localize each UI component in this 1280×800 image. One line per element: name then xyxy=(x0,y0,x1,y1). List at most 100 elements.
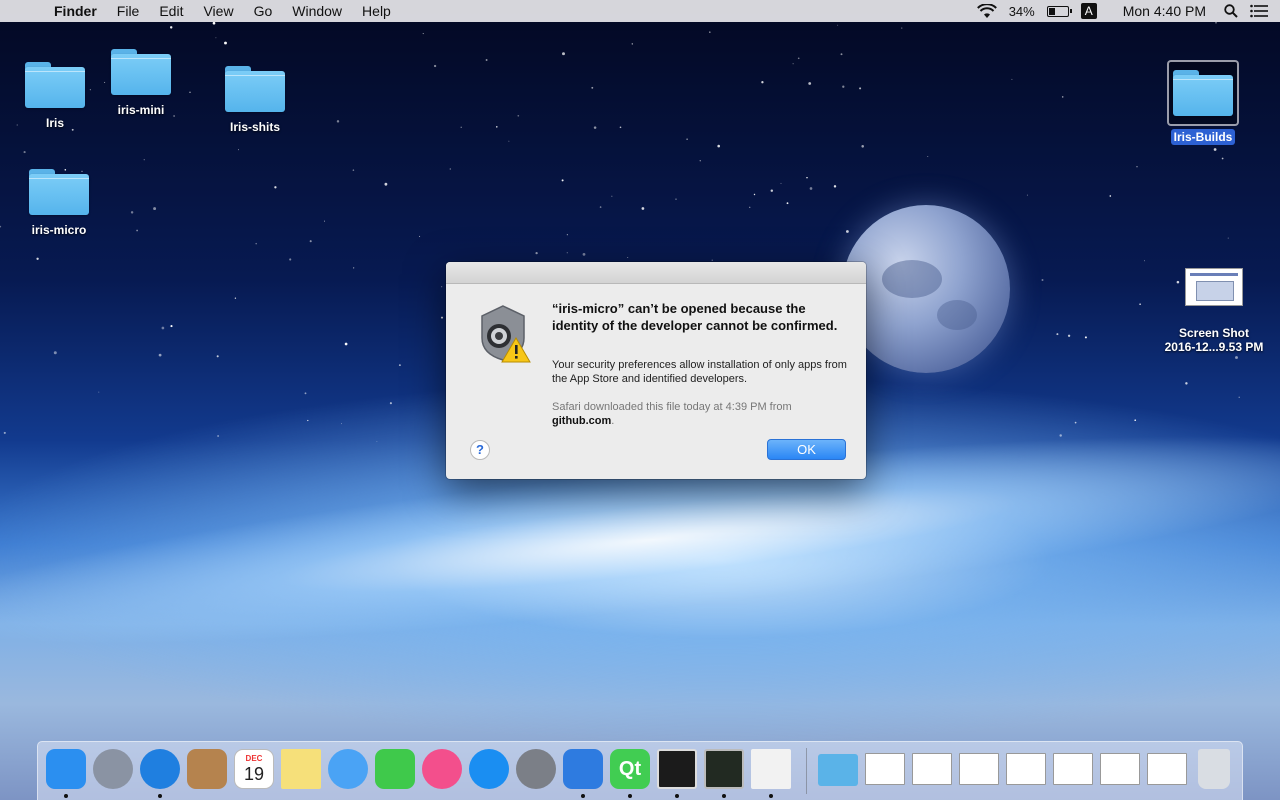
trash-icon[interactable] xyxy=(1198,749,1230,789)
menu-view[interactable]: View xyxy=(193,0,243,22)
folder-icon xyxy=(1173,70,1233,116)
xcode-icon[interactable] xyxy=(563,749,603,789)
desktop-folder-iris-micro[interactable]: iris-micro xyxy=(4,169,114,237)
document-thumbnail-icon[interactable] xyxy=(1006,753,1046,785)
star xyxy=(224,41,227,45)
dialog-source-info: Safari downloaded this file today at 4:3… xyxy=(552,400,852,428)
screenshot-thumbnail-icon xyxy=(1185,268,1243,306)
document-thumbnail-icon[interactable] xyxy=(1147,753,1187,785)
desktop-file-screen-shot[interactable]: Screen Shot 2016-12...9.53 PM xyxy=(1159,268,1269,354)
dock-running-indicator xyxy=(722,794,726,798)
document-thumbnail-icon[interactable] xyxy=(1100,753,1140,785)
notification-center-icon[interactable] xyxy=(1250,4,1268,18)
star xyxy=(675,198,677,200)
qt-creator-icon[interactable]: Qt xyxy=(610,749,650,789)
document-thumbnail-icon[interactable] xyxy=(1053,753,1093,785)
menubar: Finder File Edit View Go Window Help 34%… xyxy=(0,0,1280,22)
star xyxy=(53,351,57,355)
star xyxy=(806,176,808,179)
star xyxy=(98,391,100,393)
calendar-month: DEC xyxy=(245,754,263,763)
launchpad-icon[interactable] xyxy=(93,749,133,789)
star xyxy=(1056,333,1059,336)
help-button[interactable]: ? xyxy=(470,440,490,460)
star xyxy=(591,86,594,89)
input-source-icon[interactable]: A xyxy=(1080,3,1097,19)
menu-window[interactable]: Window xyxy=(282,0,352,22)
contacts-icon[interactable] xyxy=(187,749,227,789)
star xyxy=(1144,260,1145,262)
battery-icon[interactable] xyxy=(1046,5,1072,17)
dialog-title: “iris-micro” can’t be opened because the… xyxy=(552,301,838,333)
desktop-icon-label: iris-micro xyxy=(31,223,87,237)
dock-running-indicator xyxy=(158,794,162,798)
desktop-folder-iris-builds[interactable]: Iris-Builds xyxy=(1148,60,1258,145)
star xyxy=(1067,334,1071,337)
star xyxy=(786,202,789,205)
star xyxy=(846,230,849,233)
wifi-icon[interactable] xyxy=(976,3,997,19)
star xyxy=(3,431,6,434)
star xyxy=(238,149,239,151)
folder-icon xyxy=(29,169,89,215)
ok-button[interactable]: OK xyxy=(767,439,846,460)
star xyxy=(709,31,711,33)
battery-percent[interactable]: 34% xyxy=(1009,4,1035,19)
messages-icon[interactable] xyxy=(328,749,368,789)
facetime-icon[interactable] xyxy=(375,749,415,789)
desktop-icon-label-line1: Screen Shot xyxy=(1178,326,1250,340)
dock-running-indicator xyxy=(64,794,68,798)
dock-running-indicator xyxy=(675,794,679,798)
desktop-folder-iris-mini[interactable]: iris-mini xyxy=(86,49,196,117)
star xyxy=(307,419,309,422)
desktop-icon-label-text: Iris-Builds xyxy=(1170,129,1236,145)
calendar-icon[interactable]: DEC 19 xyxy=(234,749,274,789)
menubar-clock[interactable]: Mon 4:40 PM xyxy=(1123,3,1206,19)
document-thumbnail-icon[interactable] xyxy=(865,753,905,785)
star xyxy=(255,242,257,245)
spotlight-search-icon[interactable] xyxy=(1224,4,1238,18)
star xyxy=(309,240,312,243)
star xyxy=(1215,22,1217,24)
activity-monitor-icon[interactable] xyxy=(704,749,744,789)
menu-edit[interactable]: Edit xyxy=(149,0,193,22)
dialog-source-period: . xyxy=(611,415,615,427)
star xyxy=(1061,96,1064,98)
menu-help[interactable]: Help xyxy=(352,0,401,22)
menu-app-name[interactable]: Finder xyxy=(40,0,107,22)
notes-icon[interactable] xyxy=(281,749,321,789)
star xyxy=(130,211,134,214)
app-store-icon[interactable] xyxy=(469,749,509,789)
star xyxy=(833,185,837,188)
itunes-icon[interactable] xyxy=(422,749,462,789)
star xyxy=(508,140,510,142)
selection-frame xyxy=(1167,60,1239,126)
system-preferences-icon[interactable] xyxy=(516,749,556,789)
menu-file[interactable]: File xyxy=(107,0,150,22)
finder-icon[interactable] xyxy=(46,749,86,789)
star xyxy=(217,435,219,437)
star xyxy=(1213,148,1217,151)
folder-icon xyxy=(225,66,285,112)
document-thumbnail-icon[interactable] xyxy=(912,753,952,785)
desktop-folder-iris-shits[interactable]: Iris-shits xyxy=(200,66,310,134)
star xyxy=(770,189,774,192)
gatekeeper-alert-dialog: “iris-micro” can’t be opened because the… xyxy=(446,262,866,479)
dialog-titlebar[interactable] xyxy=(446,262,866,284)
textedit-icon[interactable] xyxy=(751,749,791,789)
star xyxy=(419,235,421,237)
star xyxy=(389,402,392,405)
desktop-icon-label: Iris-shits xyxy=(229,120,280,134)
star xyxy=(566,234,568,236)
downloads-folder-icon[interactable] xyxy=(818,754,858,786)
dock: DEC 19 Qt xyxy=(37,741,1243,800)
document-thumbnail-icon[interactable] xyxy=(959,753,999,785)
safari-icon[interactable] xyxy=(140,749,180,789)
star xyxy=(1074,421,1077,424)
menu-go[interactable]: Go xyxy=(244,0,283,22)
folder-icon xyxy=(25,62,85,108)
star xyxy=(699,160,701,162)
star xyxy=(517,114,520,117)
wallpaper-moon xyxy=(842,205,1010,373)
terminal-icon[interactable] xyxy=(657,749,697,789)
